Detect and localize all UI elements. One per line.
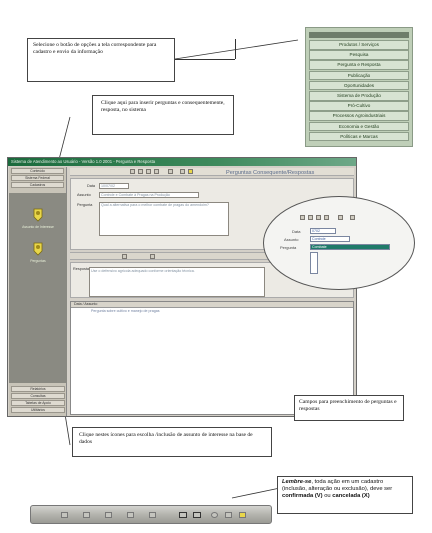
add-icon[interactable] (149, 512, 156, 518)
prev-icon[interactable] (83, 512, 90, 518)
search-icon[interactable] (211, 512, 218, 518)
sidebar-item-content[interactable]: Conteúdo (11, 168, 64, 174)
callout-icons-text: Clique nestes ícones para escolha /inclu… (79, 432, 253, 445)
menu-item-procultivo[interactable]: Pró-Cultivo (309, 101, 409, 111)
question-label: Pergunta (77, 203, 93, 207)
callout-fields: Campos para preenchimento de perguntas e… (294, 395, 404, 421)
questions-icon[interactable] (31, 241, 45, 257)
exit-icon[interactable] (188, 169, 193, 174)
next-icon[interactable] (105, 512, 112, 518)
sidebar-item-utilities[interactable]: Utilitários (11, 407, 65, 413)
questions-label: Perguntas (30, 259, 46, 263)
zoom-add-icon (338, 215, 343, 220)
action-toolbar (30, 505, 272, 524)
print-icon[interactable] (225, 512, 232, 518)
last-icon[interactable] (127, 512, 134, 518)
zoom-subject-field: Controle (310, 236, 350, 242)
zoom-first-icon (300, 215, 305, 220)
zoom-save-icon (350, 215, 355, 220)
connector-options (174, 39, 299, 60)
remember-cancel: cancelada (X) (332, 493, 370, 500)
next-record-icon[interactable] (146, 169, 151, 174)
callout-icons: Clique nestes ícones para escolha /inclu… (72, 427, 272, 457)
window-title: Sistema de Atendimento ao Usuário - Vers… (8, 158, 356, 166)
zoom-toolbar (294, 214, 404, 220)
menu-item-publication[interactable]: Publicação (309, 70, 409, 81)
zoom-prev-icon (308, 215, 313, 220)
sidebar-bottom: Relatórios Consultas Tabelas de Apoio Ut… (9, 385, 67, 414)
prev-record-icon[interactable] (138, 169, 143, 174)
sidebar: Conteúdo Sistema Federal Cadastros Assun… (9, 167, 67, 416)
zoom-question-label: Pergunta (280, 245, 297, 250)
sidebar-icon-panel: Assunto de Interesse Perguntas (9, 193, 67, 383)
callout-fields-text: Campos para preenchimento de perguntas e… (299, 399, 397, 412)
callout-insert: Clique aqui para inserir perguntas e con… (92, 95, 234, 135)
zoom-detail: Data 0702 Assunto Controle Pergunta Comb… (263, 196, 415, 290)
menu-item-qa[interactable]: Pergunta e Resposta (309, 60, 409, 71)
remember-mid: ou (322, 493, 333, 500)
answer-label: Resposta (73, 267, 90, 271)
sidebar-item-registers[interactable]: Cadastros (11, 182, 64, 188)
menu-item-economy[interactable]: Economia e Gestão (309, 121, 409, 132)
menu-header (309, 32, 409, 38)
add-record-icon[interactable] (168, 169, 173, 174)
app-window: Sistema de Atendimento ao Usuário - Vers… (7, 157, 357, 417)
subject-field[interactable]: Controle e Combate à Pragas na Produção (99, 192, 199, 198)
table-row[interactable]: Pergunta sobre cultivo e manejo de praga… (71, 308, 353, 314)
menu-item-opportunities[interactable]: Oportunidades (309, 80, 409, 91)
sidebar-item-tables[interactable]: Tabelas de Apoio (11, 400, 65, 406)
menu-item-products[interactable]: Produtos / Serviços (309, 40, 409, 50)
subject-label: Assunto (77, 193, 91, 197)
menu-item-production[interactable]: Sistema de Produção (309, 90, 409, 101)
date-field[interactable]: 10/07/02 (99, 183, 129, 189)
exit-icon[interactable] (239, 512, 246, 518)
menu-item-policies[interactable]: Políticas e Marcas (309, 131, 409, 142)
zoom-date-label: Data (292, 229, 301, 234)
first-record-icon[interactable] (130, 169, 135, 174)
next-answer-icon[interactable] (150, 254, 155, 259)
cancel-icon[interactable] (193, 512, 201, 518)
menu-item-research[interactable]: Pesquisa (309, 50, 409, 60)
date-label: Data (87, 184, 96, 188)
zoom-subject-label: Assunto (284, 237, 299, 242)
prev-answer-icon[interactable] (122, 254, 127, 259)
zoom-list-box (310, 252, 318, 274)
zoom-last-icon (324, 215, 329, 220)
answer-field[interactable]: Use o defensivo agrícola adequado confor… (89, 267, 265, 297)
zoom-date-field: 0702 (310, 228, 336, 234)
remember-lead: Lembre-se (282, 479, 312, 485)
last-record-icon[interactable] (154, 169, 159, 174)
remember-confirm: confirmada (V) (282, 493, 323, 500)
sidebar-item-queries[interactable]: Consultas (11, 393, 65, 399)
sidebar-item-federal[interactable]: Sistema Federal (11, 175, 64, 181)
callout-insert-text: Clique aqui para inserir perguntas e con… (101, 100, 225, 113)
options-menu: Produtos / Serviços Pesquisa Pergunta e … (305, 27, 413, 147)
question-field[interactable]: Qual a alternativa para o melhor combate… (99, 202, 229, 236)
save-icon[interactable] (180, 169, 185, 174)
zoom-question-field: Combate (310, 244, 390, 250)
window-heading: Perguntas Consequente/Respostas (226, 170, 315, 176)
connector-remember (231, 487, 281, 499)
sidebar-item-reports[interactable]: Relatórios (11, 386, 65, 392)
subject-interest-icon[interactable] (31, 207, 45, 223)
first-icon[interactable] (61, 512, 68, 518)
subject-interest-label: Assunto de Interesse (22, 225, 54, 229)
zoom-next-icon (316, 215, 321, 220)
confirm-icon[interactable] (179, 512, 187, 518)
callout-remember: Lembre-se, toda ação em um cadastro (inc… (277, 476, 413, 514)
menu-item-agroindustrial[interactable]: Processos Agroindustriais (309, 111, 409, 121)
